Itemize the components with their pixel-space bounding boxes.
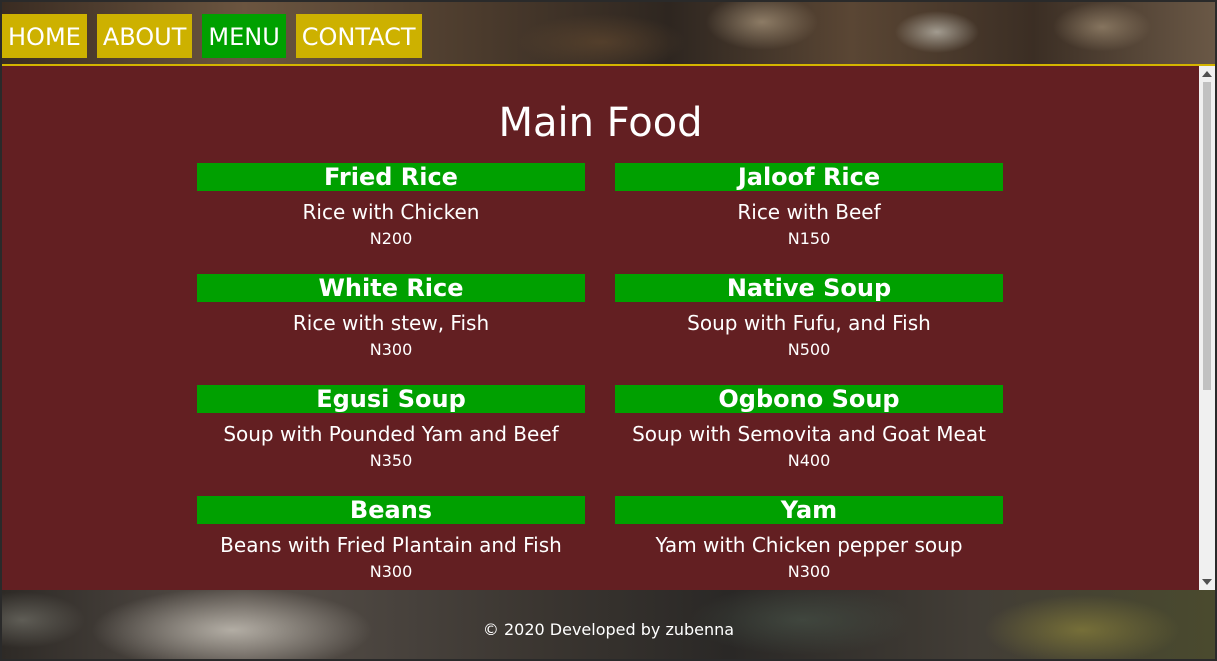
menu-item-description: Yam with Chicken pepper soup [655, 533, 963, 557]
site-header: HOME ABOUT MENU CONTACT [2, 2, 1215, 66]
menu-item-description: Soup with Fufu, and Fish [687, 311, 931, 335]
browser-viewport: HOME ABOUT MENU CONTACT Main Food Fried … [0, 0, 1217, 661]
menu-card: White Rice Rice with stew, Fish N300 [197, 274, 585, 360]
nav-home-link[interactable]: HOME [2, 14, 87, 58]
menu-item-name: Jaloof Rice [615, 163, 1003, 191]
main-nav: HOME ABOUT MENU CONTACT [2, 14, 432, 58]
nav-menu-link[interactable]: MENU [202, 14, 286, 58]
menu-item-price: N200 [369, 229, 413, 248]
menu-item-name: Yam [615, 496, 1003, 524]
menu-card: Native Soup Soup with Fufu, and Fish N50… [615, 274, 1003, 360]
page-title: Main Food [498, 100, 703, 146]
menu-section: Main Food Fried Rice Rice with Chicken N… [2, 66, 1199, 590]
menu-card: Fried Rice Rice with Chicken N200 [197, 163, 585, 249]
menu-card: Egusi Soup Soup with Pounded Yam and Bee… [197, 385, 585, 471]
menu-item-description: Soup with Semovita and Goat Meat [632, 422, 986, 446]
scroll-up-arrow-icon[interactable] [1202, 71, 1212, 77]
menu-item-price: N500 [787, 340, 831, 359]
menu-card: Yam Yam with Chicken pepper soup N300 [615, 496, 1003, 582]
vertical-scrollbar[interactable] [1199, 66, 1215, 590]
menu-item-name: Ogbono Soup [615, 385, 1003, 413]
menu-item-name: Egusi Soup [197, 385, 585, 413]
menu-item-name: Fried Rice [197, 163, 585, 191]
menu-item-name: Beans [197, 496, 585, 524]
menu-item-price: N300 [787, 562, 831, 581]
nav-contact-link[interactable]: CONTACT [295, 14, 422, 58]
menu-item-name: Native Soup [615, 274, 1003, 302]
scroll-down-arrow-icon[interactable] [1202, 579, 1212, 585]
site-footer: © 2020 Developed by zubenna [2, 590, 1215, 659]
menu-item-price: N300 [369, 340, 413, 359]
menu-card: Ogbono Soup Soup with Semovita and Goat … [615, 385, 1003, 471]
menu-card: Jaloof Rice Rice with Beef N150 [615, 163, 1003, 249]
menu-item-description: Soup with Pounded Yam and Beef [223, 422, 559, 446]
menu-item-name: White Rice [197, 274, 585, 302]
scroll-thumb[interactable] [1203, 82, 1211, 390]
menu-item-description: Rice with Beef [737, 200, 881, 224]
menu-item-description: Rice with stew, Fish [292, 311, 490, 335]
menu-item-price: N300 [369, 562, 413, 581]
footer-copyright: © 2020 Developed by zubenna [482, 620, 735, 639]
nav-about-link[interactable]: ABOUT [96, 14, 193, 58]
menu-item-description: Beans with Fried Plantain and Fish [220, 533, 562, 557]
menu-card: Beans Beans with Fried Plantain and Fish… [197, 496, 585, 582]
menu-item-price: N150 [787, 229, 831, 248]
menu-item-description: Rice with Chicken [302, 200, 480, 224]
menu-item-price: N350 [369, 451, 413, 470]
menu-item-price: N400 [787, 451, 831, 470]
